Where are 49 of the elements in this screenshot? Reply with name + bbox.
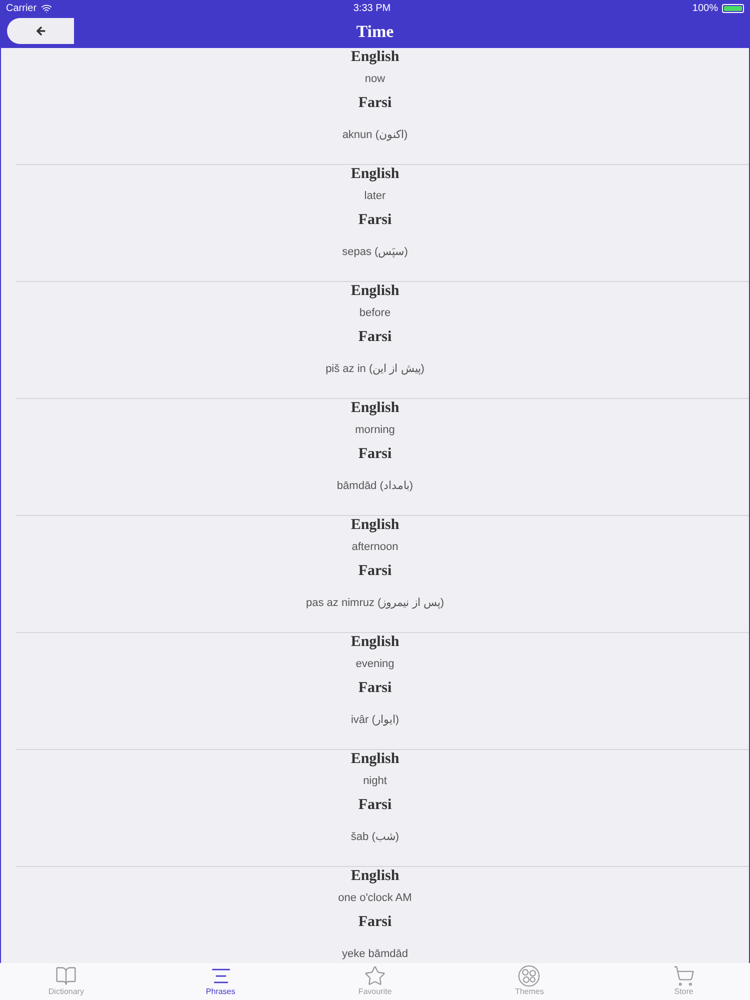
language-label: English bbox=[350, 633, 400, 651]
tab-bar-item[interactable]: Themes bbox=[463, 963, 596, 1000]
farsi-phrase: piš az in (پیش از این) bbox=[326, 362, 424, 376]
language-label: English bbox=[350, 48, 400, 66]
farsi-phrase: aknun (اکنون) bbox=[342, 128, 408, 142]
star-icon bbox=[363, 965, 387, 987]
carrier-text: Carrier bbox=[6, 2, 37, 16]
farsi-phrase: sepas (سپَس) bbox=[342, 245, 408, 259]
screen-title: Time bbox=[356, 21, 394, 44]
back-arrow-icon bbox=[34, 25, 46, 37]
english-phrase: afternoon bbox=[352, 540, 398, 554]
language-label: Farsi bbox=[358, 796, 392, 814]
language-label: Farsi bbox=[358, 679, 392, 697]
english-phrase: evening bbox=[356, 657, 394, 671]
farsi-phrase: ivâr (ایوار) bbox=[350, 713, 400, 727]
language-label: English bbox=[350, 516, 400, 534]
language-label: English bbox=[350, 165, 400, 183]
farsi-phrase: šab (شب) bbox=[350, 830, 400, 844]
language-label: English bbox=[350, 867, 400, 885]
battery-text: 100% bbox=[692, 2, 718, 16]
farsi-phrase: bāmdād (بامداد) bbox=[336, 479, 414, 493]
farsi-phrase: pas az nimruz (پس از نیمروز) bbox=[306, 596, 444, 610]
english-phrase: now bbox=[364, 72, 386, 86]
language-label: Farsi bbox=[358, 913, 392, 931]
english-phrase: later bbox=[364, 189, 386, 203]
battery-icon bbox=[722, 4, 744, 12]
english-phrase: before bbox=[359, 306, 391, 320]
wifi-icon bbox=[40, 2, 52, 14]
language-label: Farsi bbox=[358, 445, 392, 463]
cart-icon bbox=[672, 965, 696, 987]
english-phrase: night bbox=[363, 774, 387, 788]
circles-icon bbox=[517, 965, 542, 987]
back-button[interactable] bbox=[7, 18, 74, 44]
tab-bar-item[interactable]: Phrases bbox=[154, 963, 287, 1000]
book-icon bbox=[54, 965, 78, 987]
clock-text: 3:33 PM bbox=[353, 2, 391, 16]
tab-bar-item[interactable]: Favourite bbox=[308, 963, 442, 1000]
language-label: Farsi bbox=[358, 211, 392, 229]
farsi-phrase: yeke bāmdād bbox=[342, 947, 408, 961]
language-label: Farsi bbox=[358, 562, 392, 580]
language-label: Farsi bbox=[358, 94, 392, 112]
language-label: English bbox=[350, 282, 400, 300]
language-label: English bbox=[350, 399, 400, 417]
tab-bar-item[interactable]: Dictionary bbox=[0, 963, 132, 1000]
language-label: English bbox=[350, 750, 400, 768]
language-label: Farsi bbox=[358, 328, 392, 346]
english-phrase: morning bbox=[355, 423, 395, 437]
english-phrase: one o'clock AM bbox=[338, 891, 412, 905]
tab-bar-item[interactable]: Store bbox=[618, 963, 750, 1000]
